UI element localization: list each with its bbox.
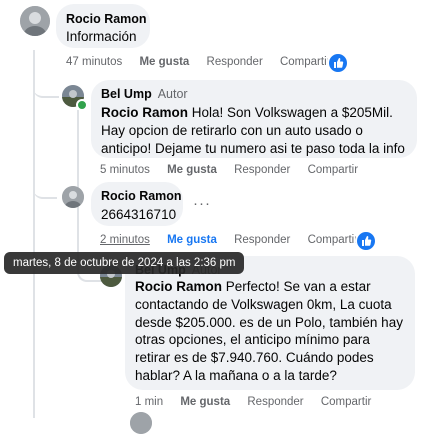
- comment-text: 2664316710: [101, 207, 177, 222]
- like-button[interactable]: Me gusta: [167, 164, 217, 176]
- reply-button[interactable]: Responder: [247, 396, 303, 408]
- comment-text-line: Hay opcion de retirarlo con un auto usad…: [101, 122, 363, 138]
- comment-text-line: Perfecto! Se van a estar: [222, 279, 371, 294]
- comment-text-line: desde $205.000. es de un Polo, también h…: [135, 314, 403, 330]
- share-button[interactable]: Compartir: [308, 164, 358, 176]
- avatar[interactable]: [130, 412, 152, 434]
- like-button[interactable]: Me gusta: [139, 56, 189, 68]
- comment-actions: 47 minutos Me gusta Responder Compartir: [66, 56, 344, 68]
- comment-text: Información: [66, 29, 137, 44]
- mention-link[interactable]: Rocio Ramon: [101, 105, 188, 120]
- avatar[interactable]: [62, 186, 84, 208]
- like-reaction-icon[interactable]: [355, 230, 377, 252]
- share-button[interactable]: Compartir: [321, 396, 371, 408]
- author-badge: Autor: [157, 87, 188, 101]
- comment-actions: 5 minutos Me gusta Responder Compartir: [100, 164, 372, 176]
- like-reaction-icon[interactable]: [327, 52, 349, 74]
- comment-actions: 1 min Me gusta Responder Compartir: [135, 396, 385, 408]
- comment-text-line: otras opciones, el anticipo mínimo para: [135, 332, 370, 348]
- comment-actions: 2 minutos Me gusta Responder Compartir: [100, 234, 372, 246]
- reply-button[interactable]: Responder: [234, 164, 290, 176]
- thread-line-main: [33, 50, 35, 418]
- reply-button[interactable]: Responder: [207, 56, 263, 68]
- comment-bubble: Bel UmpAutor Rocio Ramon Perfecto! Se va…: [125, 256, 415, 390]
- comment-bubble: Rocio Ramon 2664316710: [91, 182, 183, 226]
- comment-timestamp[interactable]: 1 min: [135, 396, 163, 408]
- thread-connector-1: [33, 60, 59, 98]
- comment-author[interactable]: Rocio Ramon: [101, 189, 182, 203]
- comment-text-line: hablar? A la mañana o a la tarde?: [135, 367, 337, 383]
- comment-timestamp[interactable]: 2 minutos: [100, 234, 150, 246]
- thread-line-reply: [77, 110, 79, 260]
- comment-text: Rocio Ramon Perfecto! Se van a estar con…: [135, 278, 403, 385]
- avatar[interactable]: [20, 6, 50, 36]
- thread-connector-2: [33, 165, 57, 199]
- reply-button[interactable]: Responder: [234, 234, 290, 246]
- mention-link[interactable]: Rocio Ramon: [135, 279, 222, 294]
- share-button[interactable]: Compartir: [280, 56, 330, 68]
- comment-text: Rocio Ramon Hola! Son Volkswagen a $205M…: [101, 104, 405, 157]
- comment-author[interactable]: Rocio Ramon: [66, 12, 147, 26]
- comment-timestamp[interactable]: 47 minutos: [66, 56, 122, 68]
- comment-text-line: contactando de Volkswagen 0km, La cuota: [135, 296, 392, 312]
- comment-text-line: anticipo! Dejame tu numero asi te paso t…: [101, 140, 405, 156]
- online-status-icon: [76, 99, 88, 111]
- comment-text-line: retirar es de $7.940.760. Cuándo podes: [135, 350, 374, 366]
- comment-timestamp[interactable]: 5 minutos: [100, 164, 150, 176]
- like-button[interactable]: Me gusta: [180, 396, 230, 408]
- timestamp-tooltip: martes, 8 de octubre de 2024 a las 2:36 …: [4, 252, 245, 274]
- comment-bubble: Bel Ump Autor Rocio Ramon Hola! Son Volks…: [91, 80, 417, 158]
- more-options-button[interactable]: ···: [193, 195, 211, 212]
- comment-text-line: Hola! Son Volkswagen a $205Mil.: [188, 105, 393, 120]
- share-button[interactable]: Compartir: [308, 234, 358, 246]
- comment-author[interactable]: Bel Ump: [101, 87, 152, 101]
- comment-author-row: Bel Ump Autor: [101, 87, 188, 101]
- like-button[interactable]: Me gusta: [167, 234, 217, 246]
- comment-bubble: Rocio Ramon Información: [56, 4, 150, 48]
